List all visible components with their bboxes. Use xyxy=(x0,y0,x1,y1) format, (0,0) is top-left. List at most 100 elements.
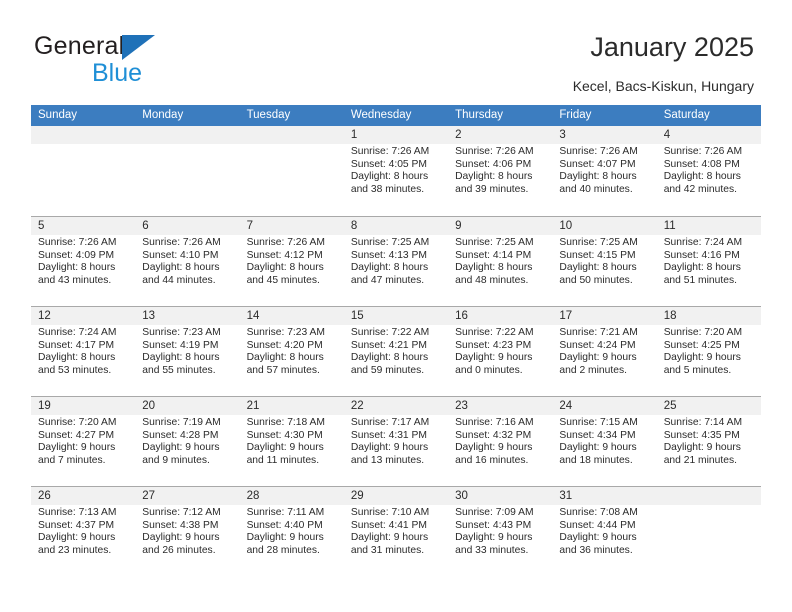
calendar-day-cell[interactable]: 27 Sunrise: 7:12 AM Sunset: 4:38 PM Dayligh… xyxy=(135,487,240,576)
day-daylight2-text: and 42 minutes. xyxy=(663,183,737,195)
day-daylight1-text: Daylight: 8 hours xyxy=(559,262,637,274)
day-daylight2-text: and 33 minutes. xyxy=(455,544,529,556)
calendar-day-cell[interactable]: 15 Sunrise: 7:22 AM Sunset: 4:21 PM Dayligh… xyxy=(343,307,449,396)
calendar-day-cell[interactable]: 29 Sunrise: 7:10 AM Sunset: 4:41 PM Dayligh… xyxy=(343,487,449,576)
day-sunset-text: Sunset: 4:34 PM xyxy=(559,429,636,441)
day-daylight1-text: Daylight: 9 hours xyxy=(663,442,741,454)
calendar-day-cell[interactable]: 23 Sunrise: 7:16 AM Sunset: 4:32 PM Dayligh… xyxy=(448,397,553,486)
calendar-day-cell[interactable]: 9 Sunrise: 7:25 AM Sunset: 4:14 PM Daylight… xyxy=(448,217,553,306)
day-number: 2 xyxy=(448,126,553,144)
day-sun-info: Sunrise: 7:26 AM Sunset: 4:08 PM Daylight:… xyxy=(657,144,761,196)
day-daylight1-text: Daylight: 9 hours xyxy=(455,532,533,544)
day-daylight2-text: and 7 minutes. xyxy=(38,454,106,466)
day-sunrise-text: Sunrise: 7:24 AM xyxy=(38,327,117,338)
calendar-day-cell[interactable]: 4 Sunrise: 7:26 AM Sunset: 4:08 PM Daylight… xyxy=(656,126,761,216)
day-sunset-text: Sunset: 4:23 PM xyxy=(455,339,532,351)
day-sun-info: Sunrise: 7:11 AM Sunset: 4:40 PM Daylight:… xyxy=(240,505,344,557)
calendar-day-cell[interactable]: 21 Sunrise: 7:18 AM Sunset: 4:30 PM Dayligh… xyxy=(239,397,344,486)
calendar-day-cell[interactable]: 12 Sunrise: 7:24 AM Sunset: 4:17 PM Dayligh… xyxy=(31,307,136,396)
calendar-day-cell[interactable]: 5 Sunrise: 7:26 AM Sunset: 4:09 PM Daylight… xyxy=(31,217,136,306)
day-number: 22 xyxy=(343,397,449,415)
calendar-day-cell[interactable]: 1 Sunrise: 7:26 AM Sunset: 4:05 PM Daylight… xyxy=(343,126,449,216)
calendar-day-cell[interactable]: 11 Sunrise: 7:24 AM Sunset: 4:16 PM Dayligh… xyxy=(656,217,761,306)
calendar-day-cell[interactable]: 17 Sunrise: 7:21 AM Sunset: 4:24 PM Dayligh… xyxy=(552,307,657,396)
day-number: 31 xyxy=(552,487,657,505)
calendar-day-cell[interactable]: 20 Sunrise: 7:19 AM Sunset: 4:28 PM Dayligh… xyxy=(135,397,240,486)
calendar-day-cell[interactable]: 8 Sunrise: 7:25 AM Sunset: 4:13 PM Daylight… xyxy=(343,217,449,306)
day-sun-info: Sunrise: 7:23 AM Sunset: 4:20 PM Daylight:… xyxy=(240,325,344,377)
day-number: 30 xyxy=(448,487,553,505)
calendar-day-cell[interactable]: 6 Sunrise: 7:26 AM Sunset: 4:10 PM Daylight… xyxy=(135,217,240,306)
day-sunset-text: Sunset: 4:08 PM xyxy=(663,158,740,170)
day-sunset-text: Sunset: 4:12 PM xyxy=(246,249,323,261)
calendar-day-cell[interactable]: 28 Sunrise: 7:11 AM Sunset: 4:40 PM Dayligh… xyxy=(239,487,344,576)
day-sunset-text: Sunset: 4:38 PM xyxy=(142,519,219,531)
day-sunrise-text: Sunrise: 7:13 AM xyxy=(38,507,117,518)
calendar-day-cell[interactable]: 7 Sunrise: 7:26 AM Sunset: 4:12 PM Daylight… xyxy=(239,217,344,306)
day-sunset-text: Sunset: 4:37 PM xyxy=(38,519,115,531)
weekday-header-wednesday: Wednesday xyxy=(350,109,412,121)
day-daylight1-text: Daylight: 9 hours xyxy=(350,442,429,454)
calendar-day-cell[interactable]: 16 Sunrise: 7:22 AM Sunset: 4:23 PM Dayligh… xyxy=(448,307,553,396)
day-sun-info: Sunrise: 7:26 AM Sunset: 4:10 PM Daylight:… xyxy=(135,235,239,287)
day-daylight2-text: and 48 minutes. xyxy=(455,274,529,286)
day-daylight1-text: Daylight: 9 hours xyxy=(142,532,220,544)
day-number: 23 xyxy=(448,397,553,415)
calendar-weekday-header: Sunday Monday Tuesday Wednesday Thursday Frid… xyxy=(31,105,761,126)
day-daylight1-text: Daylight: 9 hours xyxy=(559,442,637,454)
day-daylight2-text: and 47 minutes. xyxy=(350,274,425,286)
calendar-day-cell[interactable]: 18 Sunrise: 7:20 AM Sunset: 4:25 PM Dayligh… xyxy=(656,307,761,396)
day-number: 25 xyxy=(656,397,761,415)
day-daylight1-text: Daylight: 9 hours xyxy=(455,442,533,454)
calendar-day-cell[interactable]: 26 Sunrise: 7:13 AM Sunset: 4:37 PM Dayligh… xyxy=(31,487,136,576)
day-daylight1-text: Daylight: 9 hours xyxy=(246,532,324,544)
day-sun-info: Sunrise: 7:20 AM Sunset: 4:27 PM Daylight:… xyxy=(31,415,135,467)
day-number: 20 xyxy=(135,397,240,415)
day-sun-info: Sunrise: 7:14 AM Sunset: 4:35 PM Daylight:… xyxy=(657,415,761,467)
calendar-day-cell[interactable]: 3 Sunrise: 7:26 AM Sunset: 4:07 PM Daylight… xyxy=(552,126,657,216)
day-daylight1-text: Daylight: 8 hours xyxy=(350,352,429,364)
day-daylight2-text: and 2 minutes. xyxy=(559,364,627,376)
day-sun-info: Sunrise: 7:25 AM Sunset: 4:14 PM Daylight:… xyxy=(448,235,552,287)
day-daylight2-text: and 11 minutes. xyxy=(246,454,320,466)
day-sunrise-text: Sunrise: 7:10 AM xyxy=(350,507,430,518)
day-sunrise-text: Sunrise: 7:22 AM xyxy=(455,327,534,338)
day-daylight1-text: Daylight: 8 hours xyxy=(455,262,533,274)
calendar-week-row: 26 Sunrise: 7:13 AM Sunset: 4:37 PM Dayligh… xyxy=(31,486,761,576)
calendar-day-cell[interactable]: 25 Sunrise: 7:14 AM Sunset: 4:35 PM Dayligh… xyxy=(656,397,761,486)
calendar-grid: Sunday Monday Tuesday Wednesday Thursday Frid… xyxy=(31,105,761,576)
weekday-header-thursday: Thursday xyxy=(455,109,504,121)
calendar-weeks: 1 Sunrise: 7:26 AM Sunset: 4:05 PM Daylight… xyxy=(31,126,761,576)
day-sunrise-text: Sunrise: 7:15 AM xyxy=(559,417,638,428)
calendar-day-cell[interactable]: 2 Sunrise: 7:26 AM Sunset: 4:06 PM Daylight… xyxy=(448,126,553,216)
calendar-day-cell[interactable]: 22 Sunrise: 7:17 AM Sunset: 4:31 PM Dayligh… xyxy=(343,397,449,486)
day-sun-info: Sunrise: 7:08 AM Sunset: 4:44 PM Daylight:… xyxy=(552,505,656,557)
day-sunrise-text: Sunrise: 7:20 AM xyxy=(663,327,743,338)
day-number: 7 xyxy=(239,217,344,235)
day-number: 29 xyxy=(343,487,449,505)
calendar-day-cell-empty xyxy=(239,126,344,216)
day-sun-info: Sunrise: 7:12 AM Sunset: 4:38 PM Daylight:… xyxy=(135,505,239,557)
day-daylight2-text: and 51 minutes. xyxy=(663,274,737,286)
day-sunset-text: Sunset: 4:13 PM xyxy=(350,249,427,261)
day-sunrise-text: Sunrise: 7:26 AM xyxy=(246,237,325,248)
generalblue-logo[interactable]: General Blue xyxy=(34,32,274,90)
day-sun-info: Sunrise: 7:21 AM Sunset: 4:24 PM Daylight:… xyxy=(552,325,656,377)
calendar-day-cell[interactable]: 30 Sunrise: 7:09 AM Sunset: 4:43 PM Dayligh… xyxy=(448,487,553,576)
day-sunset-text: Sunset: 4:44 PM xyxy=(559,519,636,531)
day-number: 4 xyxy=(656,126,761,144)
calendar-page: General Blue January 2025 Kecel, Bacs-Ki… xyxy=(0,0,792,612)
day-number: 11 xyxy=(656,217,761,235)
calendar-day-cell[interactable]: 31 Sunrise: 7:08 AM Sunset: 4:44 PM Dayligh… xyxy=(552,487,657,576)
calendar-day-cell[interactable]: 13 Sunrise: 7:23 AM Sunset: 4:19 PM Dayligh… xyxy=(135,307,240,396)
weekday-header-friday: Friday xyxy=(559,109,592,121)
calendar-day-cell[interactable]: 19 Sunrise: 7:20 AM Sunset: 4:27 PM Dayligh… xyxy=(31,397,136,486)
day-daylight2-text: and 13 minutes. xyxy=(350,454,425,466)
calendar-day-cell[interactable]: 24 Sunrise: 7:15 AM Sunset: 4:34 PM Dayligh… xyxy=(552,397,657,486)
calendar-day-cell[interactable]: 14 Sunrise: 7:23 AM Sunset: 4:20 PM Dayligh… xyxy=(239,307,344,396)
day-daylight2-text: and 31 minutes. xyxy=(350,544,425,556)
day-number xyxy=(31,126,136,144)
calendar-day-cell[interactable]: 10 Sunrise: 7:25 AM Sunset: 4:15 PM Dayligh… xyxy=(552,217,657,306)
day-sunrise-text: Sunrise: 7:24 AM xyxy=(663,237,743,248)
day-daylight1-text: Daylight: 8 hours xyxy=(246,352,324,364)
